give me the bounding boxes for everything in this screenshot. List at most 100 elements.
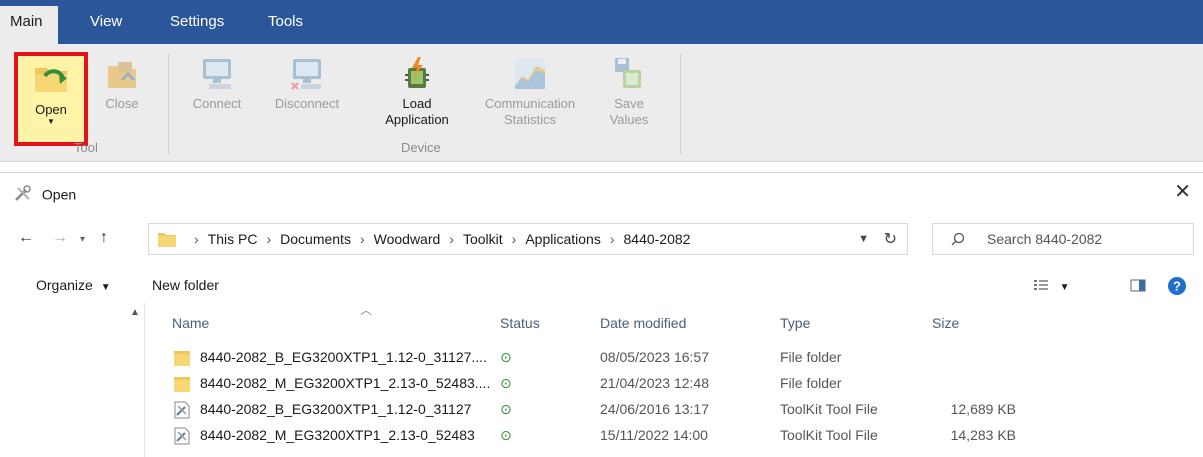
chevron-down-icon: ▼ — [47, 117, 55, 126]
column-header-name-label: Name — [172, 315, 210, 331]
tab-main[interactable]: Main — [0, 6, 58, 44]
load-application-button[interactable]: Load Application — [380, 56, 454, 128]
chevron-right-icon[interactable]: › — [449, 231, 454, 247]
tab-settings[interactable]: Settings — [160, 0, 234, 44]
status-ok-icon: ⊙ — [500, 375, 512, 391]
organize-button[interactable]: Organize ▼ — [36, 277, 111, 293]
column-header-date-modified[interactable]: Date modified — [600, 315, 686, 331]
recent-locations-chevron-icon[interactable]: ▾ — [80, 234, 85, 245]
values-label-2: Values — [609, 112, 649, 127]
scroll-up-icon[interactable]: ▲ — [130, 307, 140, 318]
connect-label: Connect — [192, 96, 242, 111]
folder-icon — [174, 377, 190, 392]
preview-pane-icon — [1130, 279, 1146, 292]
save-label-1: Save — [614, 96, 644, 111]
back-arrow-icon[interactable]: ← — [18, 229, 34, 247]
folder-icon — [158, 233, 176, 247]
dialog-title-bar: Open — [14, 185, 76, 205]
monitor-connect-icon — [203, 59, 231, 89]
tab-view[interactable]: View — [80, 0, 132, 44]
communication-statistics-button[interactable]: Communication Statistics — [468, 56, 592, 128]
chevron-down-icon: ▼ — [100, 282, 111, 293]
chevron-right-icon[interactable]: › — [266, 231, 271, 247]
file-row[interactable]: 8440-2082_B_EG3200XTP1_1.12-0_31127 ⊙ 24… — [146, 399, 1203, 421]
column-header-type[interactable]: Type — [780, 315, 810, 331]
monitor-disconnect-icon — [291, 59, 321, 90]
file-size: 12,689 KB — [950, 401, 1016, 417]
refresh-icon[interactable]: ↻ — [884, 229, 897, 249]
file-list: Name ︿ Status Date modified Type Size 84… — [146, 303, 1203, 457]
group-label-tool: Tool — [74, 140, 98, 155]
connect-button[interactable]: Connect — [184, 56, 250, 112]
close-button[interactable]: Close — [96, 56, 148, 112]
close-label: Close — [105, 96, 139, 111]
change-view-button[interactable]: ▼ — [1032, 275, 1070, 298]
open-dialog: Open ✕ ← → ▾ ↑ › This PC › Documents › Woodwa… — [0, 172, 1203, 457]
new-folder-button[interactable]: New folder — [152, 277, 219, 293]
breadcrumb-item[interactable]: Applications — [525, 231, 601, 247]
details-view-icon — [1034, 280, 1048, 290]
disconnect-button[interactable]: Disconnect — [264, 56, 350, 112]
ribbon-tab-bar: Main View Settings Tools — [0, 0, 1203, 44]
folder-icon — [174, 351, 190, 366]
breadcrumb-item[interactable]: Woodward — [374, 231, 441, 247]
chevron-down-icon: ▼ — [1059, 282, 1070, 293]
breadcrumb-item[interactable]: This PC — [208, 231, 258, 247]
chevron-down-icon[interactable]: ▼ — [858, 233, 869, 245]
file-type: File folder — [780, 349, 842, 365]
file-type: File folder — [780, 375, 842, 391]
open-button[interactable]: Open ▼ — [14, 52, 88, 146]
toolkit-file-icon — [174, 401, 190, 419]
breadcrumb-item[interactable]: Toolkit — [463, 231, 503, 247]
open-folder-icon — [35, 68, 67, 92]
sort-ascending-icon: ︿ — [360, 303, 373, 317]
help-button[interactable]: ? — [1166, 275, 1188, 300]
up-arrow-icon[interactable]: ↑ — [100, 229, 108, 247]
breadcrumb-item[interactable]: Documents — [280, 231, 351, 247]
file-row[interactable]: 8440-2082_M_EG3200XTP1_2.13-0_52483 ⊙ 15… — [146, 425, 1203, 447]
search-icon — [951, 232, 965, 246]
file-row[interactable]: 8440-2082_M_EG3200XTP1_2.13-0_52483.... … — [146, 373, 1203, 395]
search-placeholder: Search 8440-2082 — [987, 231, 1103, 247]
file-name: 8440-2082_B_EG3200XTP1_1.12-0_31127.... — [200, 349, 487, 365]
communication-label-1: Communication — [484, 96, 576, 111]
column-header-size[interactable]: Size — [932, 315, 959, 331]
chevron-right-icon[interactable]: › — [360, 231, 365, 247]
preview-pane-button[interactable] — [1128, 275, 1148, 298]
file-name: 8440-2082_B_EG3200XTP1_1.12-0_31127 — [200, 401, 472, 417]
chevron-right-icon[interactable]: › — [610, 231, 615, 247]
close-folder-icon — [108, 62, 136, 88]
save-values-icon — [615, 58, 641, 88]
status-ok-icon: ⊙ — [500, 349, 512, 365]
save-values-button[interactable]: Save Values — [596, 56, 662, 128]
search-input[interactable]: Search 8440-2082 — [932, 223, 1194, 255]
file-size: 14,283 KB — [950, 427, 1016, 443]
chevron-right-icon: › — [194, 231, 199, 247]
address-bar[interactable]: › This PC › Documents › Woodward › Toolkit › Appl… — [148, 223, 908, 255]
file-name: 8440-2082_M_EG3200XTP1_2.13-0_52483.... — [200, 375, 491, 391]
column-header-name[interactable]: Name — [172, 315, 209, 331]
file-type: ToolKit Tool File — [780, 401, 878, 417]
load-application-label-2: Application — [385, 112, 449, 127]
navigation-pane[interactable]: ▲ — [0, 303, 145, 457]
status-ok-icon: ⊙ — [500, 427, 512, 443]
file-row[interactable]: 8440-2082_B_EG3200XTP1_1.12-0_31127.... … — [146, 347, 1203, 369]
group-label-device: Device — [401, 140, 441, 155]
organize-label: Organize — [36, 277, 93, 293]
toolkit-file-icon — [174, 427, 190, 445]
tools-icon — [15, 185, 31, 202]
svg-text:?: ? — [1173, 279, 1181, 294]
chevron-right-icon[interactable]: › — [512, 231, 517, 247]
close-icon[interactable]: ✕ — [1174, 179, 1191, 204]
forward-arrow-icon[interactable]: → — [52, 229, 68, 247]
tab-tools[interactable]: Tools — [258, 0, 313, 44]
file-type: ToolKit Tool File — [780, 427, 878, 443]
breadcrumb-item[interactable]: 8440-2082 — [624, 231, 691, 247]
help-icon: ? — [1168, 277, 1186, 295]
ribbon: Open ▼ Close Connect Disconnect Load App… — [0, 44, 1203, 162]
group-divider — [168, 54, 169, 154]
chart-icon — [515, 59, 545, 89]
file-name: 8440-2082_M_EG3200XTP1_2.13-0_52483 — [200, 427, 475, 443]
column-header-status[interactable]: Status — [500, 315, 540, 331]
command-bar: Organize ▼ New folder ▼ ? — [0, 271, 1203, 301]
